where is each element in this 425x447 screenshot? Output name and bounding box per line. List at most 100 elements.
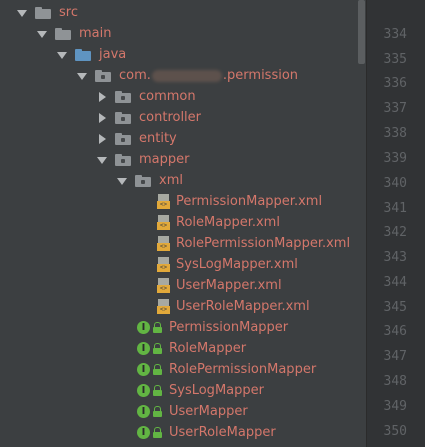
package-prefix: com. bbox=[119, 68, 151, 83]
line-number: 336 bbox=[383, 76, 407, 91]
interface-icon: I bbox=[137, 321, 150, 334]
package-icon bbox=[115, 111, 131, 124]
tree-interface[interactable]: I RoleMapper bbox=[137, 338, 246, 359]
line-number: 349 bbox=[383, 399, 407, 414]
tree-node-java[interactable]: java bbox=[57, 44, 126, 65]
package-icon bbox=[115, 132, 131, 145]
scrollbar-thumb[interactable] bbox=[358, 0, 365, 64]
lock-icon bbox=[153, 343, 162, 354]
expand-arrow-icon[interactable] bbox=[117, 176, 127, 186]
line-number: 339 bbox=[383, 151, 407, 166]
tree-file-xml[interactable]: <> PermissionMapper.xml bbox=[157, 191, 322, 212]
lock-icon bbox=[153, 364, 162, 375]
tree-file-label: RoleMapper.xml bbox=[176, 215, 280, 230]
line-number: 348 bbox=[383, 374, 407, 389]
tree-interface[interactable]: I UserMapper bbox=[137, 401, 248, 422]
tree-file-label: RolePermissionMapper.xml bbox=[176, 236, 351, 251]
line-number: 338 bbox=[383, 126, 407, 141]
tree-node-mapper[interactable]: mapper bbox=[97, 149, 189, 170]
tree-file-label: PermissionMapper.xml bbox=[176, 194, 323, 209]
line-number: 350 bbox=[383, 424, 407, 439]
tree-label-controller: controller bbox=[139, 110, 202, 125]
tree-label-xml: xml bbox=[159, 173, 183, 188]
tree-node-src[interactable]: src bbox=[17, 2, 78, 23]
collapse-arrow-icon[interactable] bbox=[97, 133, 107, 144]
line-number: 340 bbox=[383, 176, 407, 191]
tree-interface[interactable]: I SysLogMapper bbox=[137, 380, 264, 401]
tree-file-xml[interactable]: <> SysLogMapper.xml bbox=[157, 254, 298, 275]
tree-node-controller[interactable]: controller bbox=[97, 107, 201, 128]
tree-node-main[interactable]: main bbox=[37, 23, 111, 44]
line-number: 337 bbox=[383, 101, 407, 116]
tree-label-src: src bbox=[59, 5, 78, 20]
expand-arrow-icon[interactable] bbox=[97, 155, 107, 165]
interface-icon: I bbox=[137, 342, 150, 355]
line-number: 345 bbox=[383, 300, 407, 315]
tree-node-xml[interactable]: xml bbox=[117, 170, 183, 191]
tree-file-xml[interactable]: <> UserMapper.xml bbox=[157, 275, 282, 296]
source-folder-icon bbox=[75, 48, 91, 61]
xml-file-icon: <> bbox=[157, 214, 171, 231]
redacted-blur bbox=[151, 69, 222, 82]
line-number-gutter: 334 335 336 337 338 339 340 341 342 343 … bbox=[366, 0, 425, 447]
package-icon bbox=[95, 69, 111, 82]
vertical-scrollbar[interactable] bbox=[358, 0, 366, 447]
line-number: 344 bbox=[383, 275, 407, 290]
tree-interface[interactable]: I UserRoleMapper bbox=[137, 422, 276, 443]
tree-label-entity: entity bbox=[139, 131, 177, 146]
xml-file-icon: <> bbox=[157, 277, 171, 294]
interface-icon: I bbox=[137, 384, 150, 397]
package-icon bbox=[115, 90, 131, 103]
line-number: 341 bbox=[383, 201, 407, 216]
tree-interface-label: UserMapper bbox=[169, 404, 248, 419]
package-suffix: .permission bbox=[222, 68, 299, 83]
project-tree: src main java com. .permission common con… bbox=[0, 0, 358, 447]
collapse-arrow-icon[interactable] bbox=[97, 112, 107, 123]
line-number: 335 bbox=[383, 52, 407, 67]
expand-arrow-icon[interactable] bbox=[37, 29, 47, 39]
lock-icon bbox=[153, 406, 162, 417]
xml-file-icon: <> bbox=[157, 256, 171, 273]
line-number: 343 bbox=[383, 250, 407, 265]
tree-file-label: SysLogMapper.xml bbox=[176, 257, 298, 272]
expand-arrow-icon[interactable] bbox=[77, 71, 87, 81]
lock-icon bbox=[153, 385, 162, 396]
tree-interface[interactable]: I RolePermissionMapper bbox=[137, 359, 316, 380]
tree-file-xml[interactable]: <> UserRoleMapper.xml bbox=[157, 296, 310, 317]
tree-label-mapper: mapper bbox=[139, 152, 190, 167]
tree-file-xml[interactable]: <> RolePermissionMapper.xml bbox=[157, 233, 350, 254]
tree-file-label: UserMapper.xml bbox=[176, 278, 282, 293]
tree-node-common[interactable]: common bbox=[97, 86, 196, 107]
folder-icon bbox=[35, 6, 51, 19]
tree-interface[interactable]: I PermissionMapper bbox=[137, 317, 288, 338]
tree-file-label: UserRoleMapper.xml bbox=[176, 299, 310, 314]
expand-arrow-icon[interactable] bbox=[17, 8, 27, 18]
tree-label-main: main bbox=[79, 26, 112, 41]
tree-interface-label: RolePermissionMapper bbox=[169, 362, 317, 377]
tree-node-entity[interactable]: entity bbox=[97, 128, 177, 149]
interface-icon: I bbox=[137, 363, 150, 376]
tree-label-java: java bbox=[99, 47, 127, 62]
expand-arrow-icon[interactable] bbox=[57, 50, 67, 60]
interface-icon: I bbox=[137, 405, 150, 418]
xml-file-icon: <> bbox=[157, 298, 171, 315]
xml-file-icon: <> bbox=[157, 193, 171, 210]
line-number: 342 bbox=[383, 225, 407, 240]
tree-label-common: common bbox=[139, 89, 196, 104]
tree-interface-label: RoleMapper bbox=[169, 341, 247, 356]
tree-file-xml[interactable]: <> RoleMapper.xml bbox=[157, 212, 280, 233]
lock-icon bbox=[153, 427, 162, 438]
line-number: 346 bbox=[383, 324, 407, 339]
tree-label-package: com. .permission bbox=[119, 68, 298, 83]
xml-file-icon: <> bbox=[157, 235, 171, 252]
package-icon bbox=[135, 174, 151, 187]
tree-interface-label: UserRoleMapper bbox=[169, 425, 276, 440]
folder-icon bbox=[55, 27, 71, 40]
tree-node-package[interactable]: com. .permission bbox=[77, 65, 298, 86]
package-icon bbox=[115, 153, 131, 166]
line-number: 347 bbox=[383, 349, 407, 364]
line-number: 334 bbox=[383, 27, 407, 42]
collapse-arrow-icon[interactable] bbox=[97, 91, 107, 102]
tree-interface-label: SysLogMapper bbox=[169, 383, 264, 398]
tree-interface-label: PermissionMapper bbox=[169, 320, 289, 335]
